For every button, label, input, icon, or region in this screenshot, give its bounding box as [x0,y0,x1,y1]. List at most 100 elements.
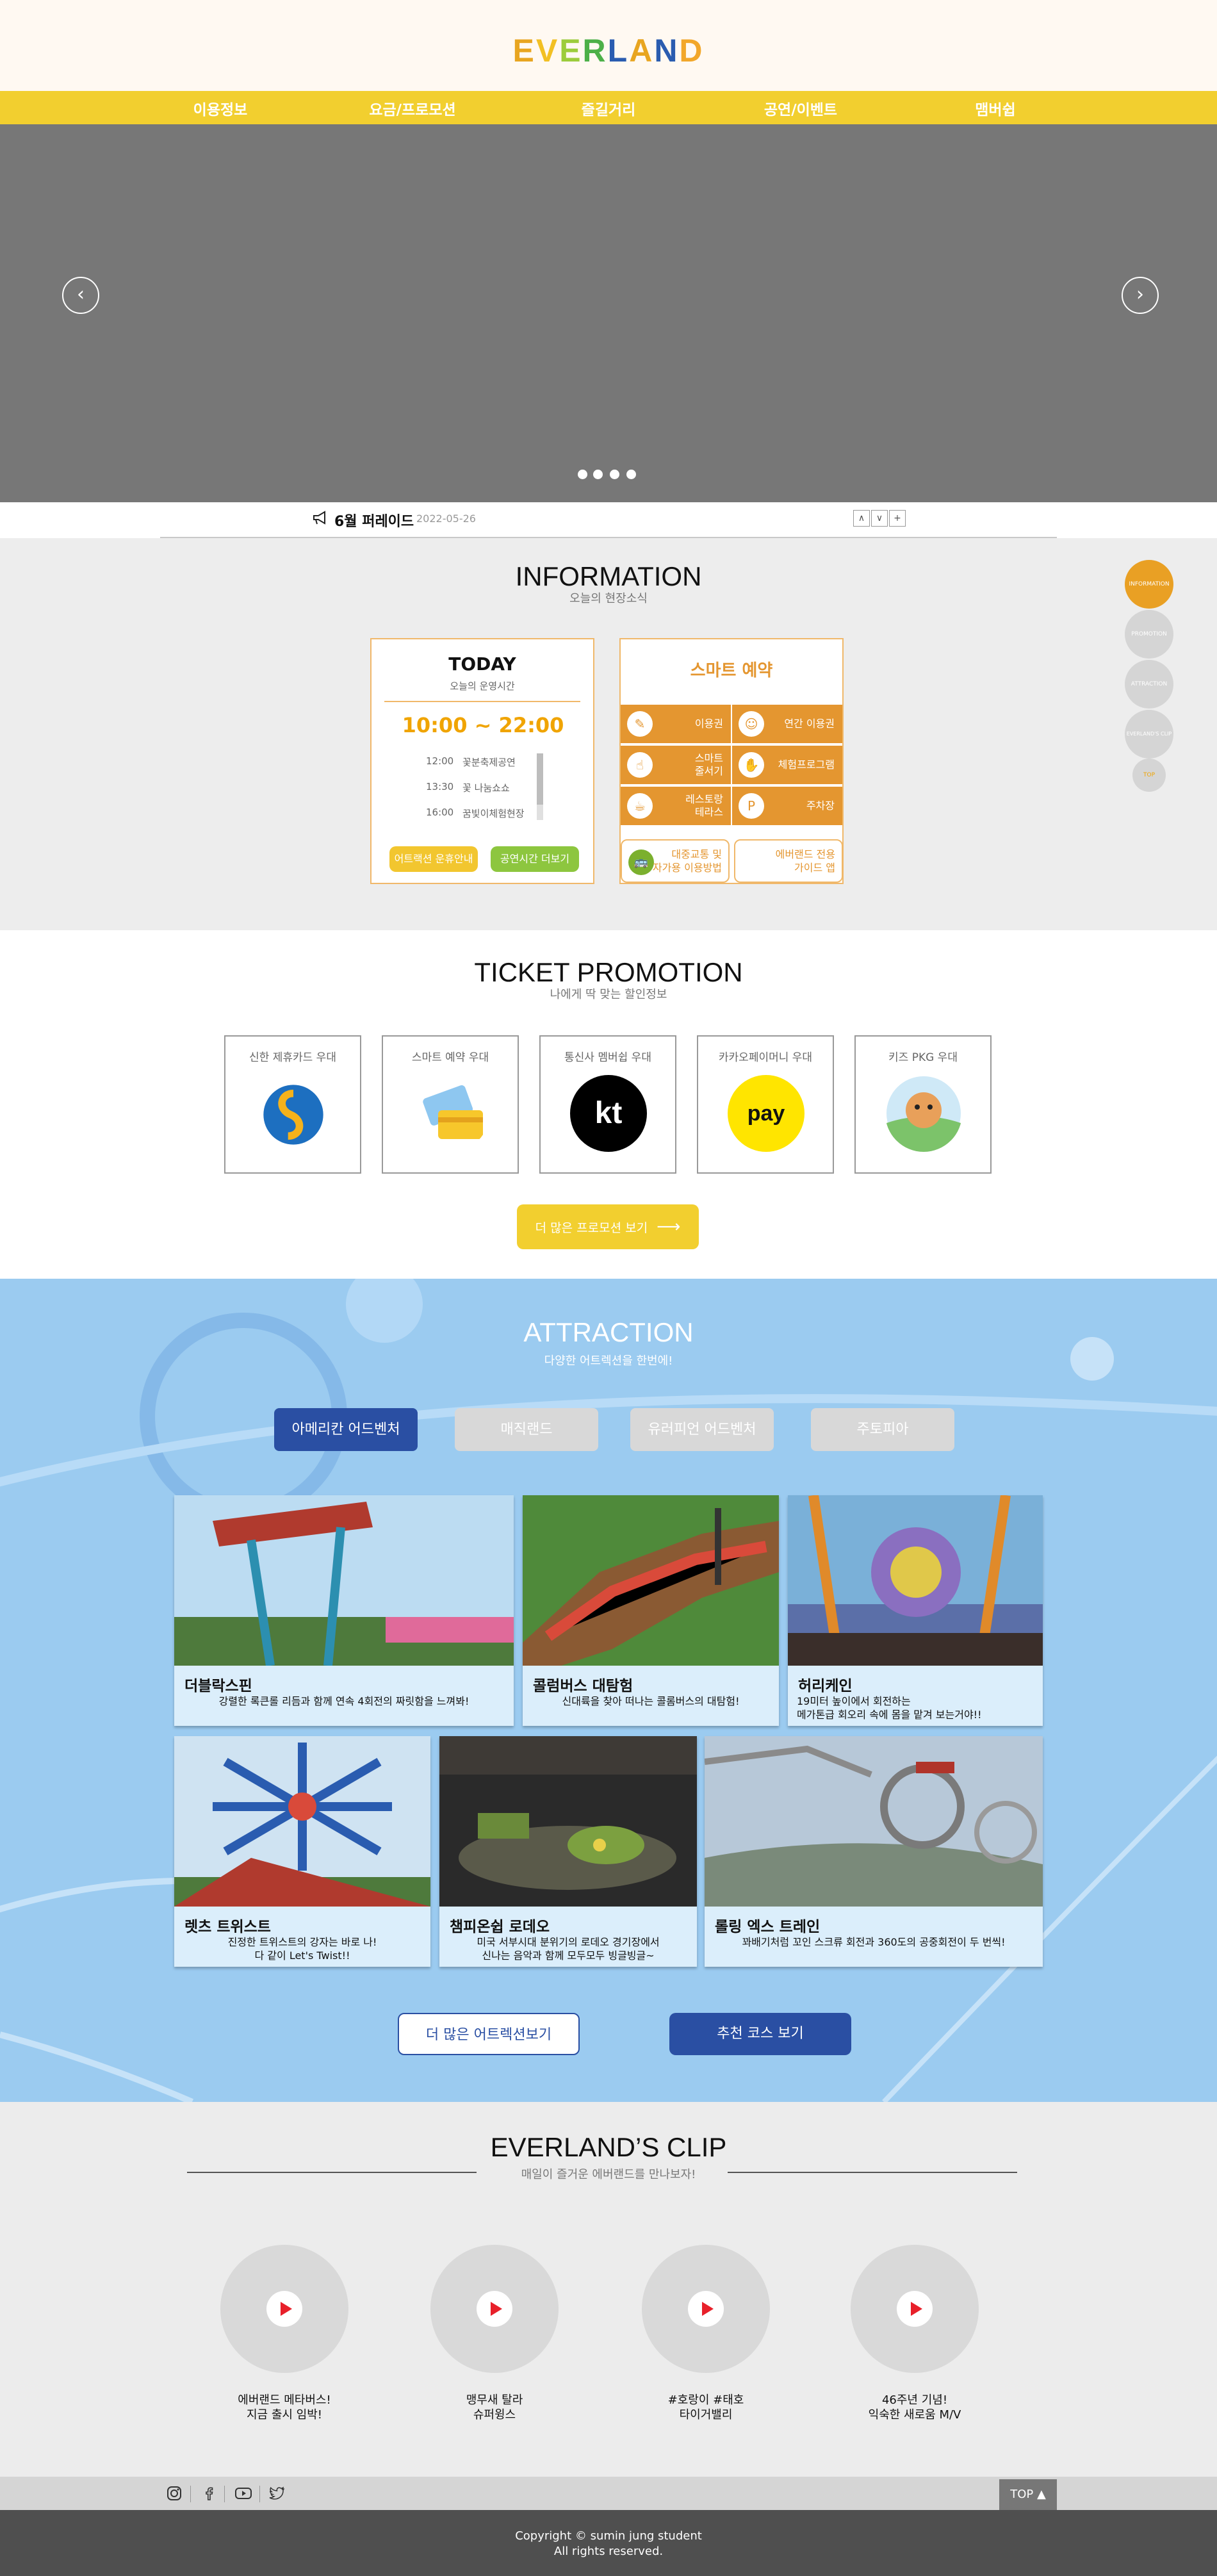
schedule-event[interactable]: 꿈빛이체험현장 [462,807,525,820]
slider-dot-4[interactable] [626,470,636,479]
schedule-time: 13:30 [426,781,454,792]
side-nav-top[interactable]: TOP [1132,759,1166,792]
play-icon[interactable] [266,2291,302,2327]
show-times-button[interactable]: 공연시간 더보기 [491,846,579,872]
play-icon[interactable] [897,2291,933,2327]
everland-logo[interactable]: EVERLAND [0,32,1217,69]
clip-title: EVERLAND’S CLIP [490,2132,727,2162]
attraction-card-hurricane[interactable]: 허리케인 19미터 높이에서 회전하는 메가톤급 회오리 속에 몸을 맡겨 보는… [788,1495,1043,1726]
more-promotions-button[interactable]: 더 많은 프로모션 보기 ⟶ [517,1204,699,1249]
attraction-photo [705,1736,1043,1907]
attraction-desc: 19미터 높이에서 회전하는 메가톤급 회오리 속에 몸을 맡겨 보는거야!! [797,1695,982,1721]
smart-reservation-item[interactable]: ✎ 이용권 [621,705,731,743]
bus-icon: 🚌 [628,849,654,875]
side-nav-attraction[interactable]: ATTRACTION [1125,660,1173,709]
transport-guide-button[interactable]: 🚌 대중교통 및 자가용 이용방법 [621,839,730,883]
attraction-photo [174,1495,514,1666]
promo-shinhan-card[interactable]: 신한 제휴카드 우대 [224,1035,361,1174]
more-attractions-button[interactable]: 더 많은 어트렉션보기 [398,2013,580,2055]
divider [224,2486,225,2502]
scrollbar-thumb[interactable] [537,753,543,805]
attraction-card-double-rock-spin[interactable]: 더블락스핀 강렬한 록큰롤 리듬과 함께 연속 4회전의 짜릿함을 느껴봐! [174,1495,514,1726]
side-nav-clip[interactable]: EVERLAND'S CLIP [1125,710,1173,759]
attraction-name: 챔피온쉽 로데오 [450,1919,550,1935]
notice-title[interactable]: 6월 퍼레이드 [334,510,414,530]
side-nav-promotion[interactable]: PROMOTION [1125,610,1173,659]
hand-icon: ✋ [739,752,764,778]
schedule-event[interactable]: 꽃분축제공연 [462,755,516,769]
notice-up-button[interactable]: ∧ [853,510,870,527]
clip-caption[interactable]: 맹무새 탈라 슈퍼윙스 [398,2393,591,2423]
tab-magic-land[interactable]: 매직랜드 [455,1408,598,1451]
clip-caption[interactable]: 에버랜드 메타버스! 지금 출시 임박! [188,2393,380,2423]
play-icon[interactable] [477,2291,512,2327]
attraction-desc: 강렬한 록큰롤 리듬과 함께 연속 4회전의 짜릿함을 느껴봐! [218,1695,470,1707]
recommended-course-button[interactable]: 추천 코스 보기 [669,2013,851,2055]
chevron-right-icon[interactable]: › [1122,277,1159,314]
smart-reservation-item[interactable]: ☝ 스마트 줄서기 [621,746,731,784]
schedule-event[interactable]: 꽃 나눔쇼쇼 [462,781,510,794]
people-icon: ☺ [739,711,764,737]
divider [259,2486,260,2502]
attraction-card-rodeo[interactable]: 챔피온쉽 로데오 미국 서부시대 분위기의 로데오 경기장에서 신나는 음악과 … [439,1736,697,1967]
arrow-right-icon: ⟶ [657,1217,681,1236]
tab-zootopia[interactable]: 주토피아 [811,1408,954,1451]
clip-caption[interactable]: #호랑이 #태호 타이거밸리 [610,2393,802,2423]
nav-item-shows[interactable]: 공연/이벤트 [724,97,878,119]
clip-video-3[interactable] [642,2245,770,2373]
scroll-top-button[interactable]: TOP ▲ [999,2479,1057,2510]
promo-smart-reservation[interactable]: 스마트 예약 우대 [382,1035,519,1174]
clip-video-1[interactable] [220,2245,348,2373]
attraction-desc: 신대륙을 찾아 떠나는 콜롬버스의 대탐험! [562,1695,740,1707]
logo-letter: V [535,33,560,69]
slider-dot-2[interactable] [593,470,603,479]
attraction-card-columbus[interactable]: 콜럼버스 대탐험 신대륙을 찾아 떠나는 콜롬버스의 대탐험! [523,1495,779,1726]
shinhan-logo-icon [263,1085,323,1145]
divider [187,2172,477,2173]
nav-item-membership[interactable]: 맴버쉽 [919,97,1072,119]
schedule-time: 12:00 [426,755,454,767]
youtube-icon[interactable] [234,2486,252,2501]
divider [728,2172,1017,2173]
tab-european-adventure[interactable]: 유러피언 어드벤처 [630,1408,774,1451]
smart-reservation-item[interactable]: P 주차장 [732,787,842,825]
attraction-card-lets-twist[interactable]: 렛츠 트위스트 진정한 트위스트의 강자는 바로 나! 다 같이 Let's T… [174,1736,430,1967]
chevron-left-icon[interactable]: ‹ [62,277,99,314]
notice-more-button[interactable]: + [889,510,906,527]
guide-app-button[interactable]: 에버랜드 전용 가이드 앱 [734,839,843,883]
promo-kids-package[interactable]: 키즈 PKG 우대 [854,1035,992,1174]
schedule-scrollbar[interactable] [537,753,543,820]
instagram-icon[interactable] [167,2486,182,2501]
twitter-icon[interactable] [269,2486,286,2501]
smart-reservation-item[interactable]: ✋ 체험프로그램 [732,746,842,784]
slider-dot-3[interactable] [610,470,619,479]
nav-item-fun[interactable]: 즐길거리 [532,97,685,119]
promo-telecom[interactable]: 통신사 멤버쉽 우대 kt [539,1035,676,1174]
notice-date: 2022-05-26 [416,513,476,525]
smart-reservation-item[interactable]: ☕ 레스토랑 테라스 [621,787,731,825]
side-nav-information[interactable]: INFORMATION [1125,560,1173,609]
promotion-subtitle: 나에게 딱 맞는 할인정보 [550,988,667,1001]
attraction-name: 허리케인 [798,1678,853,1694]
parking-icon: P [739,793,764,819]
clip-caption[interactable]: 46주년 기념! 익숙한 새로움 M/V [819,2393,1011,2423]
notice-down-button[interactable]: ∨ [871,510,888,527]
today-hours: 10:00 ~ 22:00 [402,713,564,737]
tab-american-adventure[interactable]: 아메리칸 어드벤처 [274,1408,418,1451]
nav-item-pricing[interactable]: 요금/프로모션 [336,97,489,119]
attraction-closure-button[interactable]: 어트랙션 운휴안내 [389,846,478,872]
smart-reservation-label: 스마트 줄서기 [694,752,723,777]
restaurant-icon: ☕ [627,793,653,819]
smart-reservation-item[interactable]: ☺ 연간 이용권 [732,705,842,743]
clip-video-2[interactable] [430,2245,559,2373]
facebook-icon[interactable] [201,2486,216,2501]
clip-video-4[interactable] [851,2245,979,2373]
nav-item-info[interactable]: 이용정보 [143,97,297,119]
play-icon[interactable] [688,2291,724,2327]
slider-dot-1[interactable] [578,470,587,479]
kt-logo-icon: kt [570,1075,647,1152]
promo-kakaopay[interactable]: 카카오페이머니 우대 pay [697,1035,834,1174]
attraction-card-rolling-x-train[interactable]: 롤링 엑스 트레인 꽈배기처럼 꼬인 스크류 회전과 360도의 공중회전이 두… [705,1736,1043,1967]
attraction-desc: 진정한 트위스트의 강자는 바로 나! 다 같이 Let's Twist!! [227,1936,377,1962]
megaphone-icon [313,511,325,525]
